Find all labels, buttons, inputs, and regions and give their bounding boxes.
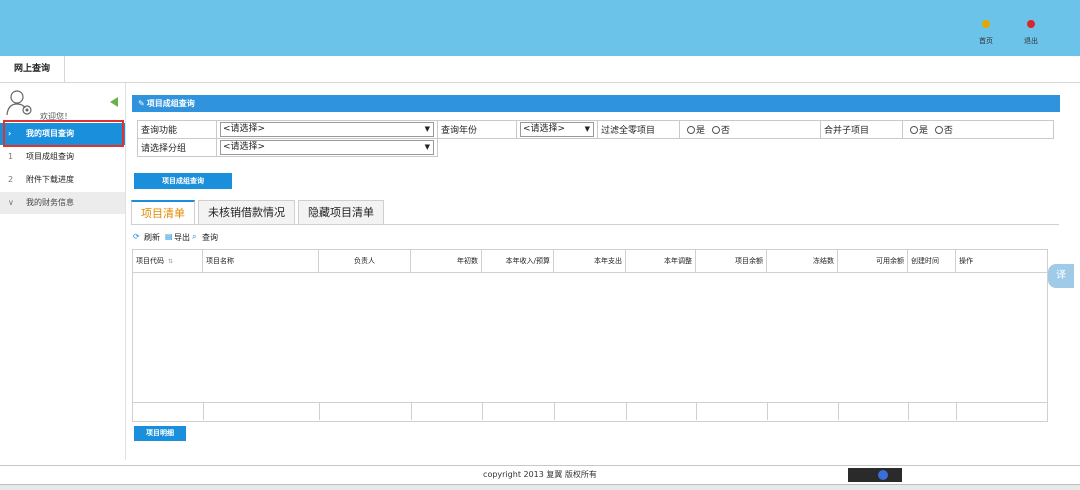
sidebar-item-label: 附件下载进度 [26, 175, 74, 184]
func-select-value: <请选择> [223, 124, 266, 134]
chevron-down-icon: ▼ [424, 125, 430, 133]
sidebar-item-group-query[interactable]: 1 项目成组查询 [0, 146, 125, 168]
user-avatar-icon [6, 90, 32, 116]
translate-side-tab[interactable]: 译 [1048, 264, 1074, 288]
search-icon[interactable]: ⌕ [192, 232, 196, 242]
grid-divider [319, 402, 320, 420]
tab-project-list[interactable]: 项目清单 [131, 200, 195, 225]
tab-online-query[interactable]: 网上查询 [0, 56, 66, 82]
grid-divider [203, 402, 204, 420]
grid-divider [482, 402, 483, 420]
col-income-budget[interactable]: 本年收入/预算 [482, 250, 554, 272]
footer-copyright: copyright 2013 复翼 版权所有 [0, 465, 1080, 484]
col-actions[interactable]: 操作 [956, 250, 1047, 272]
col-project-balance[interactable]: 项目余额 [696, 250, 767, 272]
project-detail-button[interactable]: 项目明细 [134, 426, 186, 441]
chevron-down-icon: ▼ [584, 125, 590, 133]
col-opening-balance[interactable]: 年初数 [411, 250, 482, 272]
refresh-icon[interactable]: ⟳ [133, 232, 140, 241]
sidebar-item-my-finance[interactable]: ∨ 我的财务信息 [0, 192, 125, 214]
col-adjustment[interactable]: 本年调整 [626, 250, 696, 272]
bottom-strip [0, 484, 1080, 490]
panel-title-bar: ✎ 项目成组查询 [132, 95, 1060, 112]
query-button[interactable]: 查询 [202, 232, 218, 243]
col-project-name[interactable]: 项目名称 [203, 250, 319, 272]
group-label: 请选择分组 [137, 138, 217, 157]
item-number: 1 [8, 152, 14, 161]
merge-sub-label: 合并子项目 [820, 120, 903, 139]
group-select[interactable]: <请选择> ▼ [220, 140, 434, 155]
col-created-time[interactable]: 创建时间 [908, 250, 956, 272]
sidebar-item-label: 我的财务信息 [26, 198, 74, 207]
grid-divider [554, 402, 555, 420]
col-available-balance[interactable]: 可用余额 [838, 250, 908, 272]
group-select-value: <请选择> [223, 142, 266, 152]
pencil-icon: ✎ [138, 99, 145, 108]
col-frozen[interactable]: 冻结数 [767, 250, 838, 272]
panel-title: 项目成组查询 [146, 99, 195, 108]
year-label: 查询年份 [437, 120, 517, 139]
tab-unsettled-loans[interactable]: 未核销借款情况 [198, 200, 295, 224]
radio-yes-label: 是 [696, 126, 706, 136]
grid-footer-row [133, 402, 1047, 403]
form-empty-cell [438, 139, 1054, 157]
collapse-sidebar-icon[interactable] [110, 97, 118, 107]
query-form: 查询功能 <请选择> ▼ 查询年份 <请选择> ▼ 过滤全零项目 是 否 合并子项目… [137, 120, 1054, 157]
chevron-down-icon: ∨ [8, 198, 14, 207]
year-select-value: <请选择> [523, 124, 566, 134]
logout-button[interactable]: 退出 [1016, 20, 1046, 46]
grid-divider [838, 402, 839, 420]
col-label: 项目代码 [136, 257, 164, 265]
merge-sub-no-radio[interactable] [934, 126, 943, 134]
grid-header: 项目代码 ⇅ 项目名称 负责人 年初数 本年收入/预算 本年支出 本年调整 项目余… [133, 250, 1047, 273]
col-project-code[interactable]: 项目代码 ⇅ [133, 250, 203, 272]
radio-yes-label: 是 [919, 126, 929, 136]
func-label: 查询功能 [137, 120, 217, 139]
grid-divider [908, 402, 909, 420]
main-panel: ✎ 项目成组查询 查询功能 <请选择> ▼ 查询年份 <请选择> ▼ 过滤全零项目 是… [129, 88, 1063, 460]
logout-label: 退出 [1024, 37, 1038, 45]
func-select[interactable]: <请选择> ▼ [220, 122, 434, 137]
export-button[interactable]: 导出 [174, 232, 190, 243]
filter-zero-yes-radio[interactable] [687, 126, 695, 134]
refresh-button[interactable]: 刷新 [144, 232, 160, 243]
col-expense[interactable]: 本年支出 [554, 250, 626, 272]
project-grid: 项目代码 ⇅ 项目名称 负责人 年初数 本年收入/预算 本年支出 本年调整 项目余… [132, 249, 1048, 422]
home-label: 首页 [979, 37, 993, 45]
tab-hidden-projects[interactable]: 隐藏项目清单 [298, 200, 384, 224]
sidebar-item-attachment-progress[interactable]: 2 附件下载进度 [0, 169, 125, 191]
sort-icon: ⇅ [168, 258, 174, 265]
filter-zero-label: 过滤全零项目 [597, 120, 680, 139]
printer-icon[interactable]: ▤ [165, 232, 173, 241]
help-icon [878, 470, 888, 480]
merge-sub-yes-radio[interactable] [910, 126, 918, 134]
radio-no-label: 否 [943, 126, 953, 136]
selection-highlight-box [3, 120, 124, 147]
radio-no-label: 否 [720, 126, 730, 136]
tabs-divider [131, 224, 1059, 225]
col-owner[interactable]: 负责人 [319, 250, 411, 272]
grid-divider [411, 402, 412, 420]
item-number: 2 [8, 175, 14, 184]
sidebar-item-label: 项目成组查询 [26, 152, 74, 161]
grid-divider [956, 402, 957, 420]
group-query-button[interactable]: 项目成组查询 [134, 173, 232, 189]
tray-widget[interactable] [848, 468, 902, 482]
main-tab-bar: 网上查询 [0, 56, 1080, 83]
grid-divider [696, 402, 697, 420]
logout-icon [1027, 20, 1035, 28]
top-header: 首页 退出 [0, 0, 1080, 56]
home-icon [982, 20, 990, 28]
home-button[interactable]: 首页 [971, 20, 1001, 46]
grid-divider [626, 402, 627, 420]
year-select[interactable]: <请选择> ▼ [520, 122, 594, 137]
filter-zero-no-radio[interactable] [711, 126, 720, 134]
grid-divider [767, 402, 768, 420]
chevron-down-icon: ▼ [424, 143, 430, 151]
